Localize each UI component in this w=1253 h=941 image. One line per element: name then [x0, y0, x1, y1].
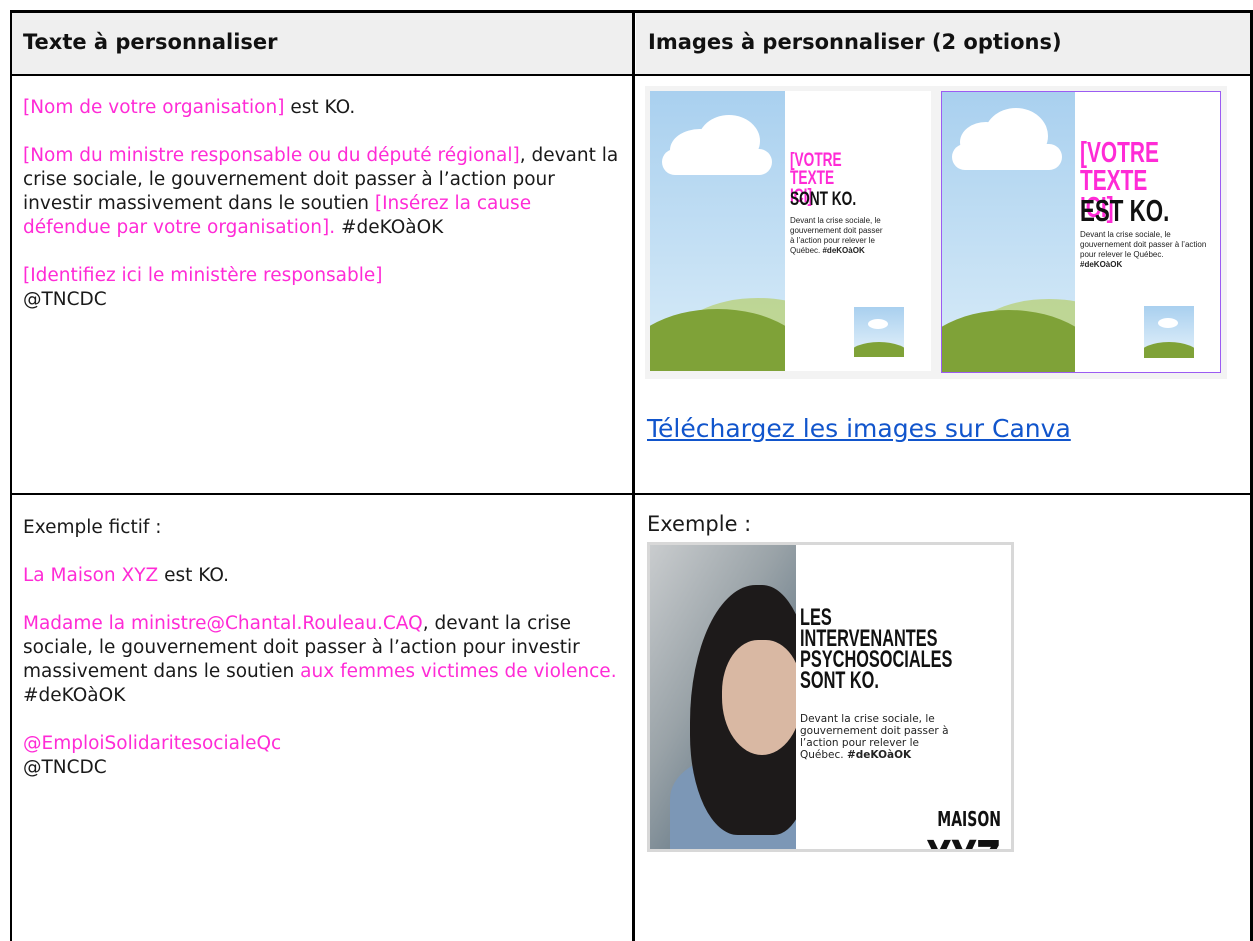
- example-poster: LES INTERVENANTES PSYCHOSOCIALES SONT KO…: [647, 542, 1014, 852]
- option2-body-text: Devant la crise sociale, le gouvernement…: [1080, 230, 1207, 259]
- example-label: Exemple :: [647, 512, 752, 536]
- table-left-border: [10, 10, 12, 941]
- text-est-ko: est KO.: [284, 97, 356, 118]
- header-text-to-customize: Texte à personnaliser: [23, 30, 278, 54]
- poster-sky: [942, 92, 1076, 372]
- poster-thumbnail: [1144, 306, 1194, 358]
- hashtag: #deKOàOK: [335, 217, 444, 238]
- poster-option-1[interactable]: [VOTRE TEXTE ICI] SONT KO. Devant la cri…: [650, 91, 931, 371]
- cloud-icon: [1158, 318, 1178, 328]
- example-intro: Exemple fictif :: [23, 517, 162, 538]
- hill-shape: [650, 309, 785, 371]
- example-poster-body: Devant la crise sociale, le gouvernement…: [800, 713, 960, 761]
- example-ministry: @EmploiSolidaritesocialeQc: [23, 733, 282, 754]
- example-cause: aux femmes victimes de violence.: [300, 661, 617, 682]
- header-images-to-customize: Images à personnaliser (2 options): [648, 30, 1062, 54]
- option2-hashtag: #deKOàOK: [1080, 260, 1123, 269]
- column-divider: [632, 10, 635, 941]
- example-minister: Madame la ministre@Chantal.Rouleau.CAQ: [23, 613, 423, 634]
- example-est-ko: est KO.: [164, 565, 230, 586]
- example-poster-org-large: XYZ: [926, 835, 1001, 849]
- example-org-name: La Maison XYZ: [23, 565, 165, 586]
- option2-title-black: EST KO.: [1080, 193, 1170, 228]
- photo-face: [722, 640, 796, 755]
- example-hashtag: #deKOàOK: [23, 685, 126, 706]
- placeholder-org-name: [Nom de votre organisation]: [23, 97, 285, 118]
- example-photo: [650, 545, 796, 849]
- option1-body: Devant la crise sociale, le gouvernement…: [790, 216, 886, 256]
- example-handle: @TNCDC: [23, 757, 107, 778]
- option2-body: Devant la crise sociale, le gouvernement…: [1080, 230, 1208, 270]
- example-poster-title: LES INTERVENANTES PSYCHOSOCIALES SONT KO…: [800, 604, 953, 694]
- poster-thumbnail: [854, 307, 904, 357]
- poster-sky: [650, 91, 785, 371]
- option1-title-black: SONT KO.: [790, 189, 857, 210]
- example-text: Exemple fictif : La Maison XYZ est KO. M…: [23, 516, 623, 780]
- placeholder-ministry: [Identifiez ici le ministère responsable…: [23, 265, 383, 286]
- canva-download-link[interactable]: Téléchargez les images sur Canva: [647, 414, 1071, 443]
- template-text: [Nom de votre organisation] est KO. [Nom…: [23, 96, 623, 312]
- cloud-icon: [662, 149, 772, 175]
- cloud-icon: [868, 319, 888, 329]
- hill-shape: [854, 342, 904, 357]
- hill-shape: [1144, 342, 1194, 358]
- cloud-icon: [952, 144, 1062, 170]
- poster-option-2[interactable]: [VOTRE TEXTE ICI] EST KO. Devant la cris…: [941, 91, 1221, 373]
- handle-tncdc: @TNCDC: [23, 289, 107, 310]
- example-poster-hashtag: #deKOàOK: [846, 749, 912, 761]
- hill-shape: [942, 310, 1076, 372]
- option1-hashtag: #deKOàOK: [822, 246, 865, 255]
- example-poster-org-small: MAISON: [937, 807, 1001, 831]
- placeholder-minister: [Nom du ministre responsable ou du déput…: [23, 145, 520, 166]
